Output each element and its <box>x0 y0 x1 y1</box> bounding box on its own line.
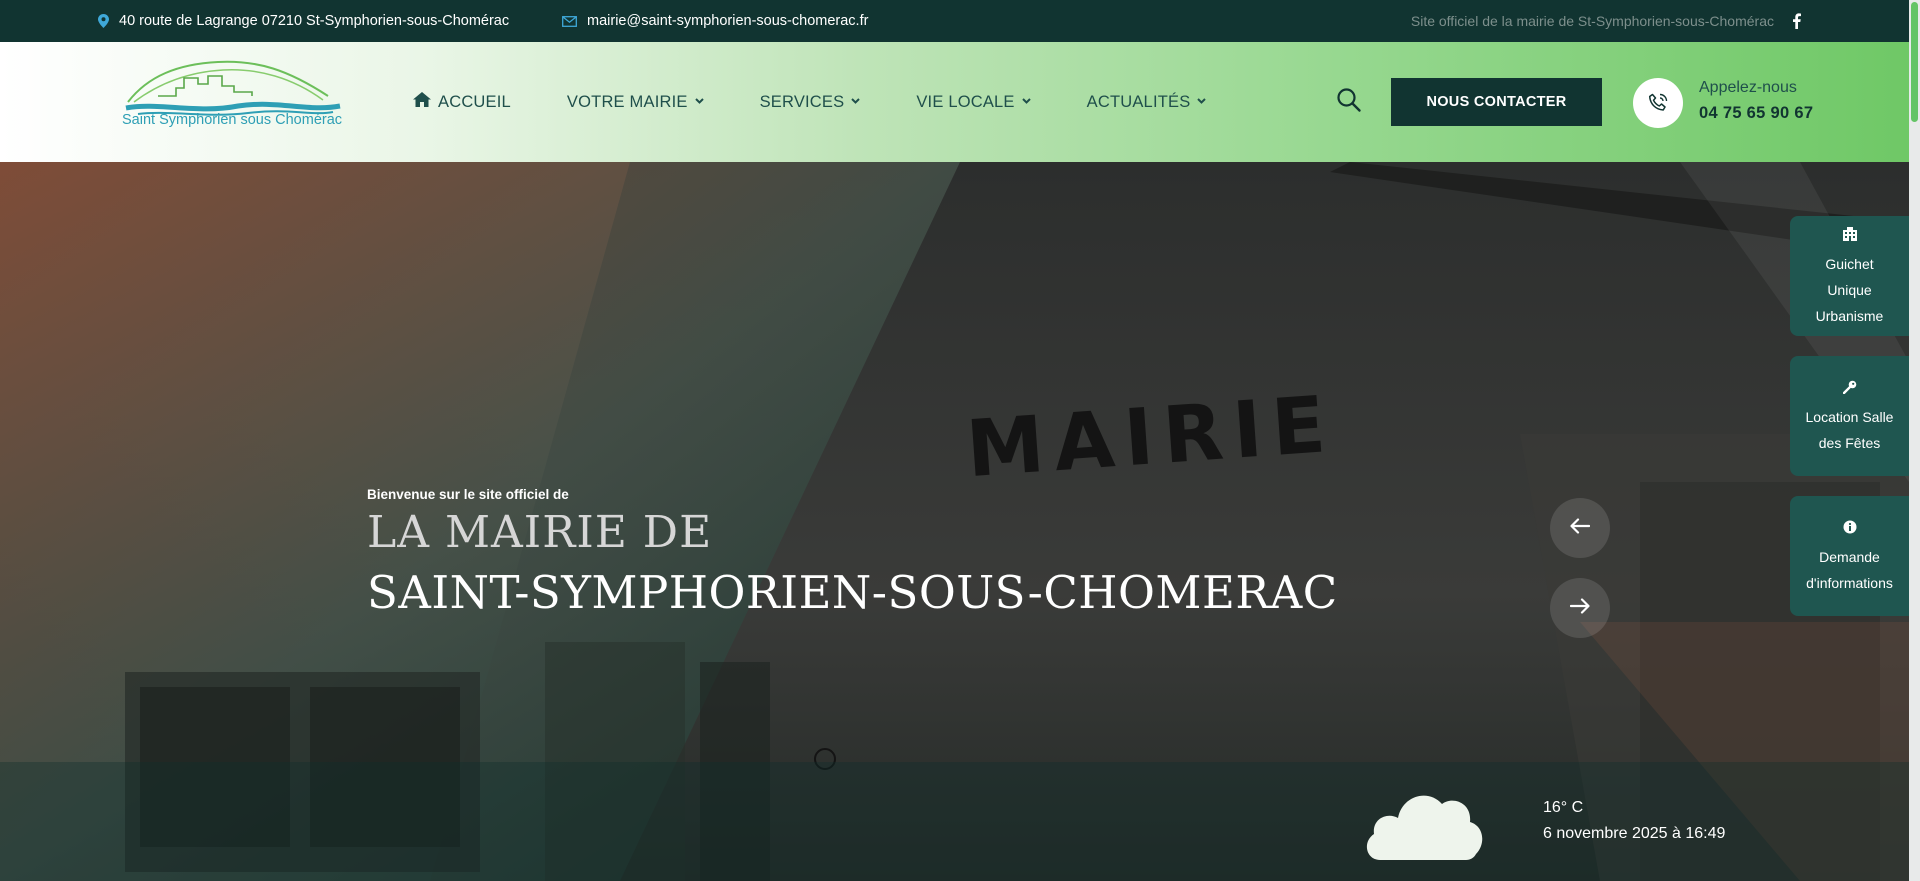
weather-datetime: 6 novembre 2025 à 16:49 <box>1543 825 1726 842</box>
contact-button[interactable]: NOUS CONTACTER <box>1391 78 1602 126</box>
side-tab-demande-informations[interactable]: Demande d'informations <box>1790 496 1909 616</box>
email-link[interactable]: mairie@saint-symphorien-sous-chomerac.fr <box>587 13 868 29</box>
nav-votre-mairie[interactable]: VOTRE MAIRIE <box>567 93 704 112</box>
side-tab-location-salle[interactable]: Location Salle des Fêtes <box>1790 356 1909 476</box>
nav-vie-locale-label: VIE LOCALE <box>916 92 1015 111</box>
weather-temperature: 16° C <box>1543 799 1584 816</box>
search-icon[interactable] <box>1336 87 1362 113</box>
map-pin-icon <box>98 14 109 28</box>
nav-services[interactable]: SERVICES <box>760 93 861 112</box>
phone-number[interactable]: 04 75 65 90 67 <box>1699 104 1813 123</box>
nav-votre-mairie-label: VOTRE MAIRIE <box>566 92 688 111</box>
arrow-left-icon <box>1570 517 1591 539</box>
side-tab-guichet-urbanisme[interactable]: Guichet Unique Urbanisme <box>1790 216 1909 336</box>
nav-accueil-label: ACCUEIL <box>438 92 511 111</box>
hero-slider: MAIRIE Bienvenue sur le site officiel de… <box>0 162 1909 881</box>
chevron-down-icon <box>1197 90 1207 109</box>
home-icon <box>413 92 431 112</box>
info-icon <box>1843 516 1857 542</box>
main-nav: ACCUEIL VOTRE MAIRIE SERVICES VIE LOCALE… <box>413 42 1262 162</box>
envelope-icon <box>562 15 577 27</box>
email-item[interactable]: mairie@saint-symphorien-sous-chomerac.fr <box>562 0 868 42</box>
hero-title-line1: LA MAIRIE DE <box>367 507 713 558</box>
hero-welcome-text: Bienvenue sur le site officiel de <box>367 487 569 502</box>
nav-vie-locale[interactable]: VIE LOCALE <box>916 90 1031 112</box>
side-tab-line: Urbanisme <box>1815 308 1884 324</box>
page-scrollbar[interactable] <box>1909 0 1920 881</box>
logo-text[interactable]: Saint Symphorien sous Chomérac <box>122 112 342 128</box>
side-tab-line: Unique <box>1827 282 1872 298</box>
side-tab-line: des Fêtes <box>1818 435 1881 451</box>
side-tab-line: Location Salle <box>1805 409 1894 425</box>
site-tagline: Site officiel de la mairie de St-Symphor… <box>1410 13 1774 29</box>
side-tab-line: Guichet <box>1825 256 1874 272</box>
chevron-down-icon <box>851 90 861 109</box>
slider-prev-button[interactable] <box>1550 498 1610 558</box>
hero-title-line2: SAINT-SYMPHORIEN-SOUS-CHOMERAC <box>367 566 1338 619</box>
facebook-icon[interactable] <box>1786 11 1806 31</box>
hero-background-image: MAIRIE <box>0 162 1909 881</box>
key-icon <box>1842 376 1857 402</box>
address-text: 40 route de Lagrange 07210 St-Symphorien… <box>119 13 510 29</box>
nav-accueil[interactable]: ACCUEIL <box>413 92 511 112</box>
nav-actualites[interactable]: ACTUALITÉS <box>1087 93 1207 112</box>
chevron-down-icon <box>1021 90 1031 109</box>
phone-icon[interactable] <box>1633 78 1683 128</box>
slider-next-button[interactable] <box>1550 578 1610 638</box>
cloud-icon <box>1366 795 1483 860</box>
side-tab-line: Demande <box>1819 549 1880 565</box>
arrow-right-icon <box>1569 597 1590 619</box>
scrollbar-thumb[interactable] <box>1911 2 1918 122</box>
address-item: 40 route de Lagrange 07210 St-Symphorien… <box>98 0 509 42</box>
top-info-bar: 40 route de Lagrange 07210 St-Symphorien… <box>0 0 1909 42</box>
side-tab-line: d'informations <box>1806 575 1893 591</box>
nav-services-label: SERVICES <box>759 92 845 111</box>
chevron-down-icon <box>694 90 704 109</box>
building-icon <box>1842 223 1858 249</box>
main-header: Saint Symphorien sous Chomérac ACCUEIL V… <box>0 42 1909 162</box>
phone-label: Appelez-nous <box>1699 79 1797 96</box>
nav-actualites-label: ACTUALITÉS <box>1086 92 1191 111</box>
